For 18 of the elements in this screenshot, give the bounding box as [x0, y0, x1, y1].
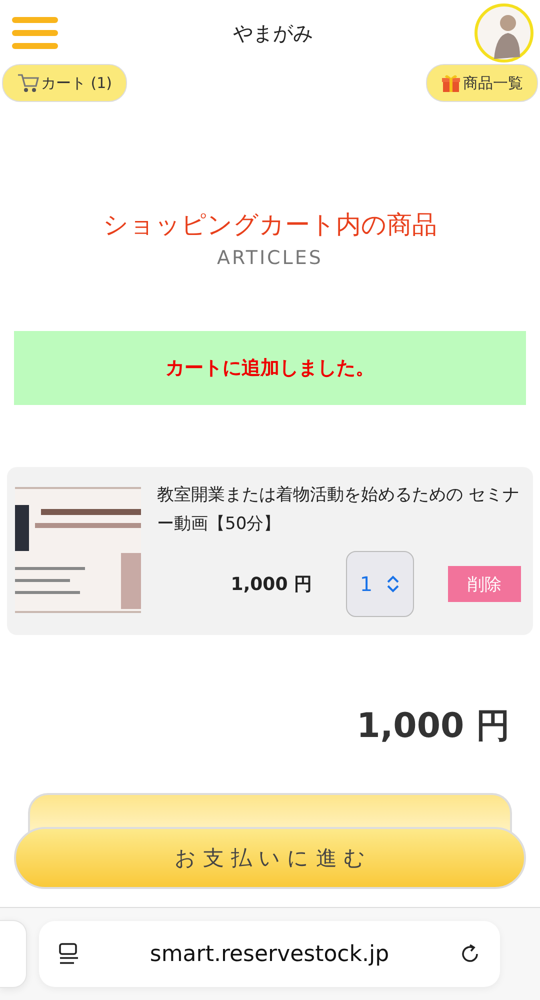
chevron-icon: [386, 575, 400, 593]
item-price: 1,000 円: [230, 573, 312, 596]
address-bar[interactable]: smart.reservestock.jp: [39, 921, 500, 987]
gift-icon: [441, 73, 461, 93]
checkout-button[interactable]: お 支 払 い に 進 む: [14, 827, 526, 889]
product-name: 教室開業または着物活動を始めるための セミナー動画【50分】: [157, 484, 520, 536]
cart-icon: [17, 73, 39, 93]
total-price: 1,000 円: [356, 705, 510, 748]
cart-button[interactable]: カート (1): [2, 64, 128, 102]
quantity-select[interactable]: 1: [346, 551, 414, 617]
site-title: やまがみ: [232, 20, 314, 46]
page-subheading: ARTICLES: [217, 247, 323, 269]
url-text: smart.reservestock.jp: [150, 942, 390, 966]
success-notice: カートに追加しました。: [14, 331, 526, 405]
avatar-icon[interactable]: [474, 3, 534, 63]
products-button[interactable]: 商品一覧: [426, 64, 538, 102]
page-heading: ショッピングカート内の商品: [103, 209, 437, 241]
reader-icon[interactable]: [57, 942, 81, 966]
